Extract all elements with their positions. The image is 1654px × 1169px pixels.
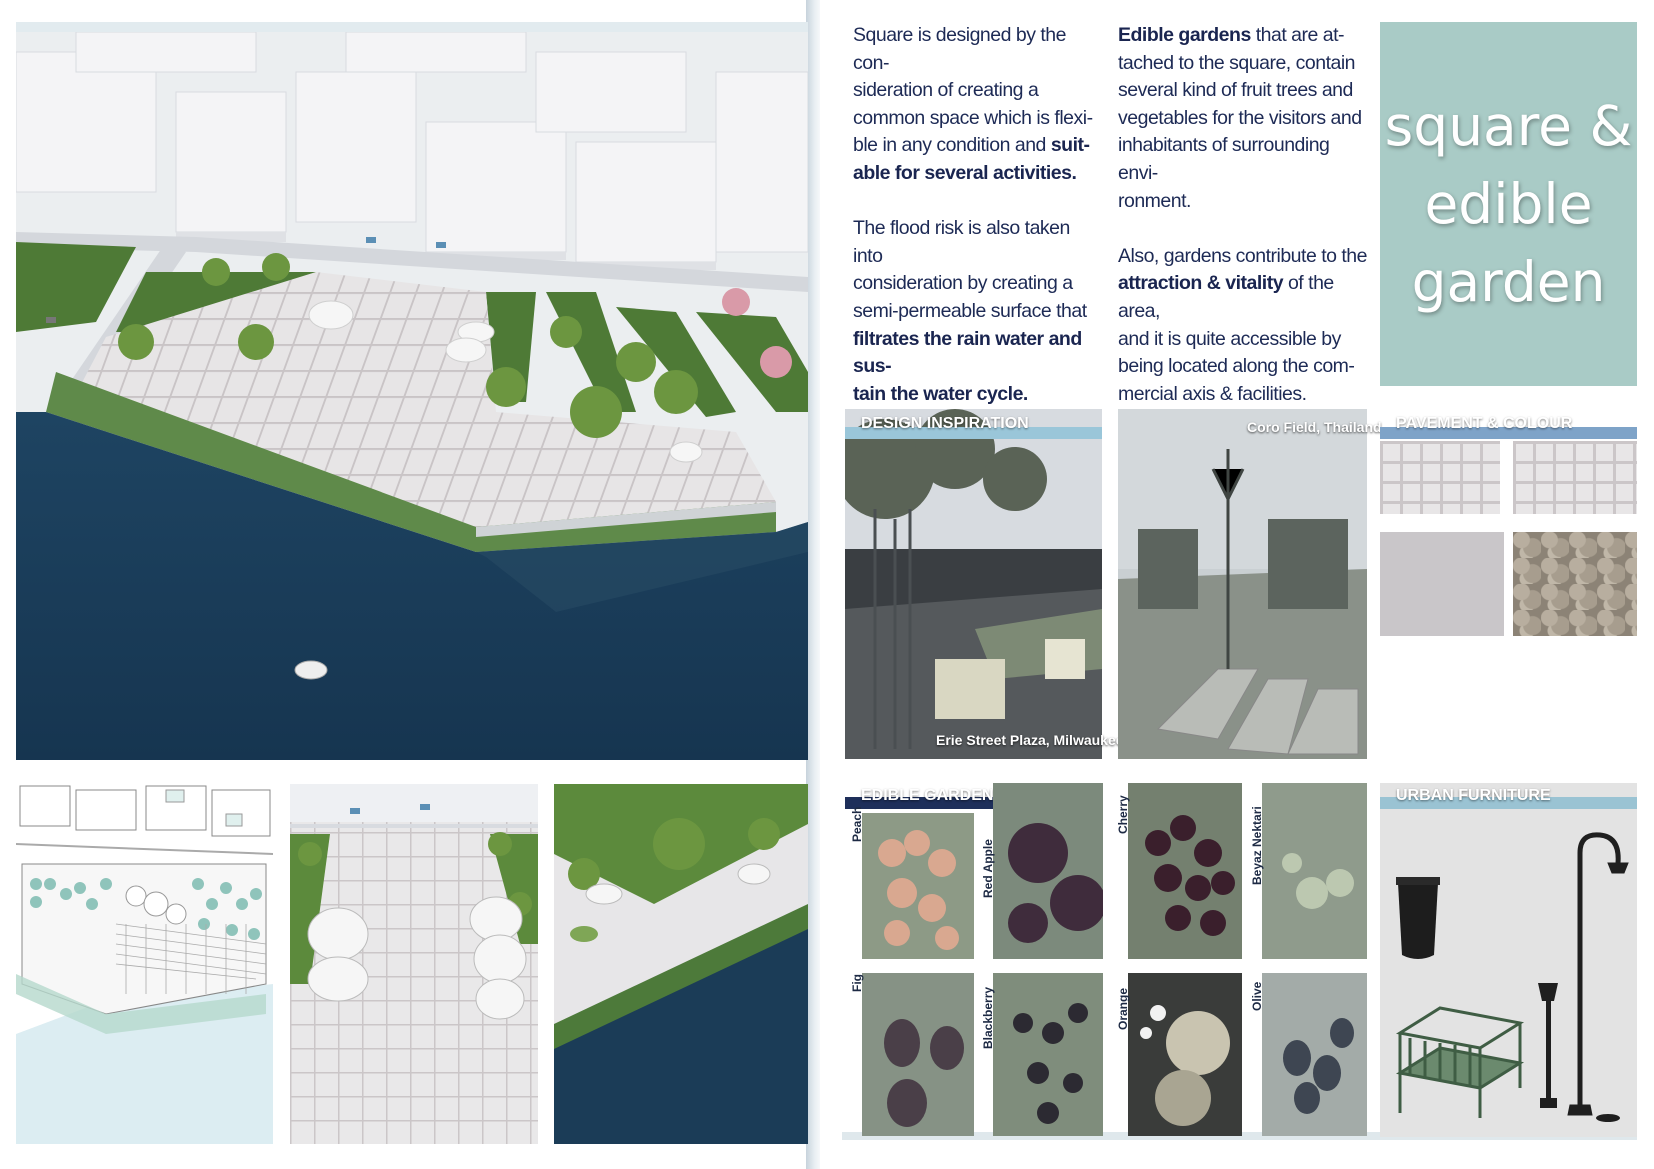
bench-icon (1395, 1006, 1525, 1118)
design-inspiration-label: DESIGN INSPIRATION (861, 415, 1029, 432)
urban-furniture-panel: URBAN FURNITURE (1380, 783, 1637, 1137)
litter-bin-icon (1396, 877, 1440, 959)
pavement-header: PAVEMENT & COLOUR (1380, 409, 1637, 441)
fruit-label-cherry: Cherry (1116, 795, 1130, 834)
page-spine (806, 0, 820, 1169)
pavement-label: PAVEMENT & COLOUR (1396, 415, 1573, 432)
title-panel: square & edible garden (1380, 22, 1637, 386)
top-accent-bar (16, 22, 808, 32)
square-description: Square is designed by the con- sideratio… (853, 24, 1093, 405)
edible-garden-label: EDIBLE GARDEN (861, 787, 994, 804)
orange-photo (1128, 973, 1242, 1136)
fig-photo (862, 973, 974, 1136)
pavement-swatch-grid-a (1380, 441, 1500, 514)
site-plan-drawing (16, 784, 273, 1144)
olive-photo (1262, 973, 1367, 1136)
aerial-render-image (16, 32, 808, 760)
nectarine-photo (1262, 783, 1367, 959)
fruit-label-red-apple: Red Apple (981, 839, 995, 898)
coro-caption: Coro Field, Thailand (1247, 419, 1382, 435)
design-inspiration-header: DESIGN INSPIRATION (845, 409, 1102, 441)
plaza-aerial-thumbnail (290, 784, 538, 1144)
urban-furniture-label: URBAN FURNITURE (1396, 787, 1551, 804)
pavement-swatch-grid-b (1513, 441, 1637, 514)
peach-photo (862, 813, 974, 959)
erie-street-plaza-photo (845, 409, 1102, 759)
coro-field-photo (1118, 409, 1367, 759)
fruit-label-blackberry: Blackberry (981, 986, 995, 1049)
street-lamp-icon (1567, 832, 1629, 1116)
page-title: square & edible garden (1384, 94, 1633, 314)
erie-caption: Erie Street Plaza, Milwaukee (936, 732, 1124, 748)
edge-perspective-thumbnail (554, 784, 808, 1144)
cherry-photo (1128, 783, 1242, 959)
fruit-label-peach: Peach (850, 806, 864, 842)
fruit-label-orange: Orange (1116, 987, 1130, 1030)
red-apple-photo (993, 783, 1103, 959)
pavement-swatch-stone (1513, 532, 1637, 636)
garden-lamp-icon (1538, 983, 1558, 1108)
fruit-label-fig: Fig (850, 974, 864, 992)
pavement-swatch-grey (1380, 532, 1504, 636)
fruit-label-olive: Olive (1250, 981, 1264, 1011)
blackberry-photo (993, 973, 1103, 1136)
edible-gardens-description: Edible gardens that are at- tached to th… (1118, 24, 1368, 405)
fruit-label-beyaz-nektari: Beyaz Nektari (1250, 806, 1264, 885)
